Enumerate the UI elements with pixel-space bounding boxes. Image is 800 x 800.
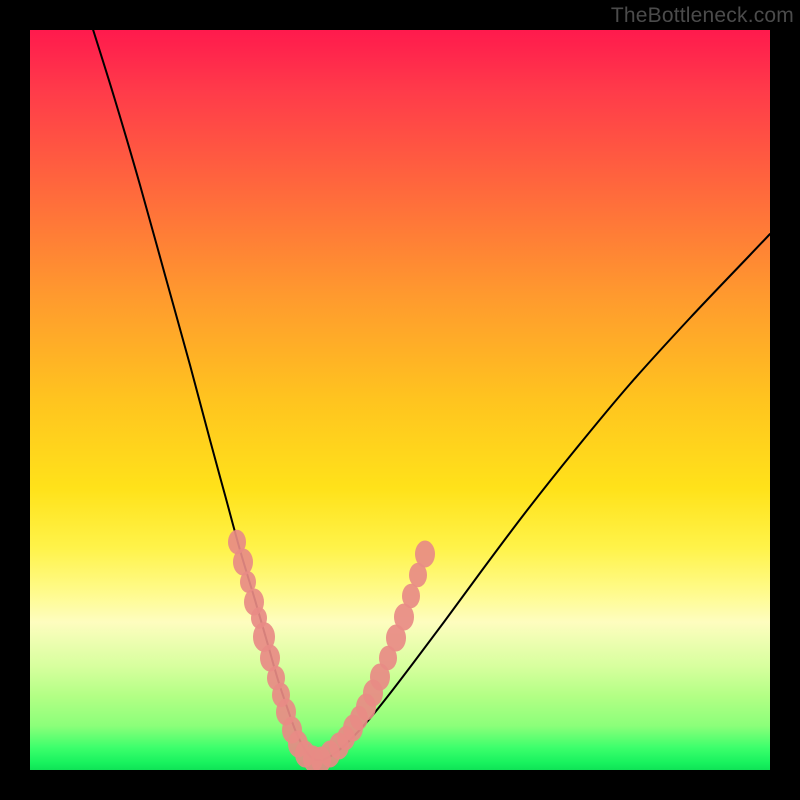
chart-frame xyxy=(30,30,770,770)
bottleneck-curve xyxy=(90,30,770,760)
curve-marker xyxy=(402,584,420,608)
chart-svg xyxy=(30,30,770,770)
watermark-text: TheBottleneck.com xyxy=(611,4,794,28)
curve-marker xyxy=(415,541,435,568)
marker-overlay xyxy=(228,530,435,770)
curve-marker xyxy=(233,549,253,576)
